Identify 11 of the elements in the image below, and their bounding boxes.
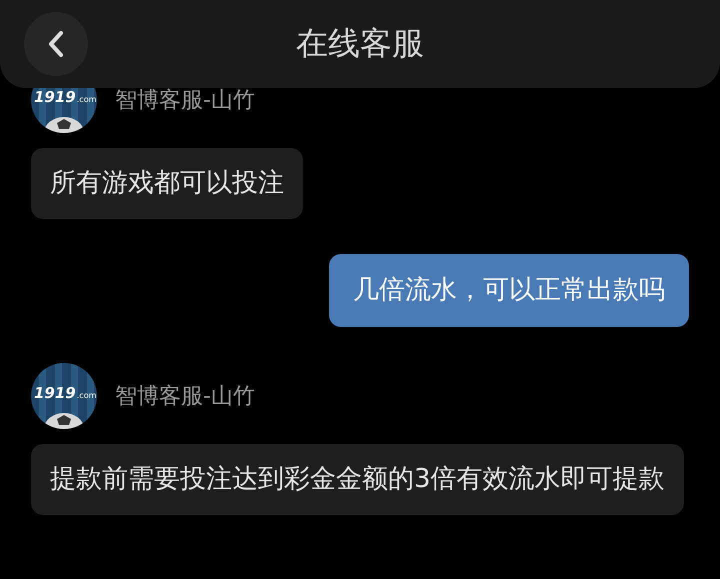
logo-text: .com	[76, 95, 96, 105]
back-icon	[46, 29, 66, 59]
logo-text: 1919	[34, 385, 76, 401]
logo-text: .com	[76, 391, 96, 401]
message-bubble: 所有游戏都可以投注	[31, 148, 303, 219]
logo-text: 1919	[34, 89, 76, 105]
sender-name: 智博客服-山竹	[115, 383, 255, 411]
message-bubble: 提款前需要投注达到彩金金额的3倍有效流水即可提款	[31, 444, 684, 515]
page-title: 在线客服	[296, 23, 424, 64]
sender-name: 智博客服-山竹	[115, 87, 255, 115]
message-bubble: 几倍流水，可以正常出款吗	[329, 254, 689, 327]
